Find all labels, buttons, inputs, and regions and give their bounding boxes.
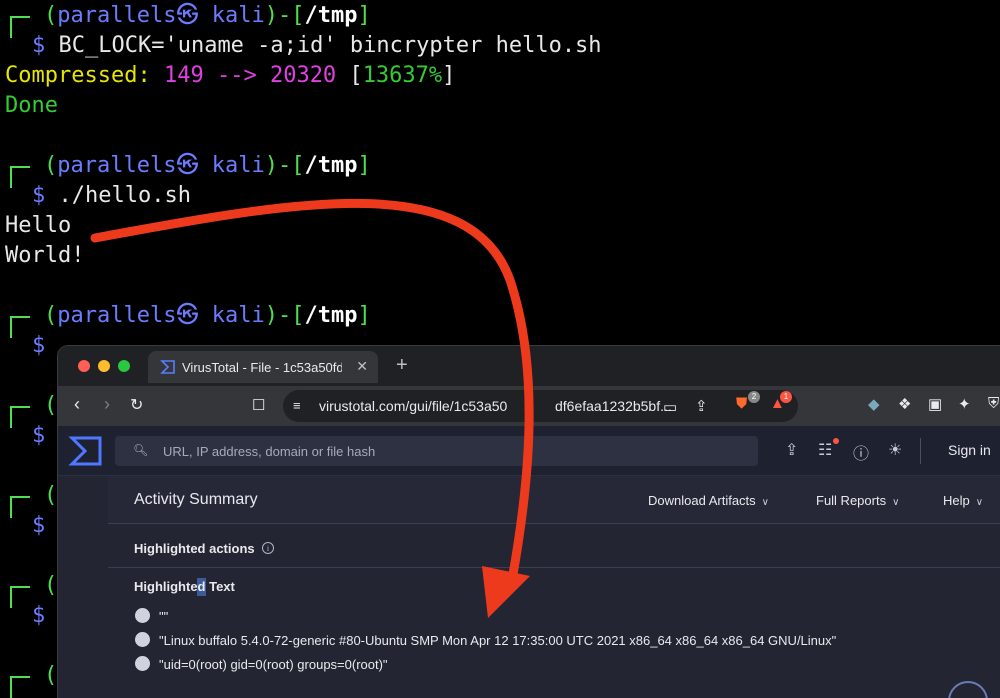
prompt-bracket (10, 406, 30, 428)
new-tab-button[interactable]: + (396, 354, 408, 377)
virustotal-page: 🔍︎ ⇪ ☷ ⓘ ☀ Sign in Activity Summary Down… (58, 426, 1000, 698)
vt-search-bar[interactable]: 🔍︎ (115, 436, 758, 466)
hidden-dollar: $ (32, 603, 46, 628)
command-line-2: $ ./hello.sh (32, 183, 191, 208)
hidden-prompt: ( (44, 663, 58, 688)
extension-icon[interactable]: ◆ (868, 395, 880, 413)
bookmark-icon[interactable]: ☐ (252, 396, 265, 414)
sandbox-icon (135, 632, 150, 647)
search-input[interactable] (163, 436, 743, 466)
highlighted-actions-section: Highlighted actions i (108, 532, 1000, 568)
vpn-icon[interactable]: ⛨ (988, 395, 999, 412)
brave-shield-icon[interactable]: ⛊ (736, 395, 747, 412)
done-line: Done (5, 93, 58, 118)
divider (920, 438, 921, 464)
compressed-line: Compressed: 149 --> 20320 [13637%] (5, 63, 456, 88)
tab-bar: VirusTotal - File - 1c53a50fdf ✕ + (58, 346, 1000, 386)
prompt-bracket (10, 316, 30, 338)
prompt-line-2: (parallels㉿ kali)-[/tmp] (44, 153, 371, 178)
virustotal-favicon-icon (160, 360, 175, 374)
hidden-prompt: ( (44, 483, 58, 508)
upload-icon[interactable]: ⇪ (785, 440, 798, 460)
minimize-window-button[interactable] (98, 360, 110, 372)
tab-close-button[interactable]: ✕ (356, 358, 368, 375)
sidebar-icon[interactable]: ▣ (928, 395, 942, 413)
site-settings-icon[interactable]: ≡ (293, 398, 301, 413)
theme-icon[interactable]: ☀ (888, 440, 902, 460)
zoom-window-button[interactable] (118, 360, 130, 372)
hidden-dollar: $ (32, 423, 46, 448)
command-line-3: $ (32, 333, 46, 358)
chevron-down-icon: ∨ (892, 497, 900, 508)
virustotal-logo-icon[interactable] (68, 434, 104, 468)
highlighted-text-title: Highlighted Text (134, 579, 235, 594)
page-title: Activity Summary (134, 491, 258, 508)
section-title: Highlighted actions (134, 541, 255, 556)
url-text: virustotal.com/gui/file/1c53a50 (319, 398, 508, 414)
download-artifacts-menu[interactable]: Download Artifacts ∨ (648, 493, 769, 508)
rewards-badge: 1 (780, 391, 792, 403)
output-line-2: World! (5, 243, 85, 268)
chat-icon[interactable]: ☷ (818, 440, 832, 460)
prompt-bracket (10, 676, 30, 698)
info-icon[interactable]: i (262, 542, 274, 554)
hidden-prompt: ( (44, 573, 58, 598)
help-menu[interactable]: Help ∨ (943, 493, 983, 508)
cast-icon[interactable]: ▭ (663, 398, 677, 416)
brave-badge: 2 (748, 391, 760, 403)
hidden-prompt: ( (44, 393, 58, 418)
help-icon[interactable]: ⓘ (853, 440, 869, 464)
vt-header: 🔍︎ ⇪ ☷ ⓘ ☀ Sign in (58, 426, 1000, 476)
url-text-rest: df6efaa1232b5bf... (555, 398, 672, 414)
sandbox-icon (135, 656, 150, 671)
address-bar[interactable]: ≡ virustotal.com/gui/file/1c53a50 df6efa… (283, 390, 798, 422)
puzzle-icon[interactable]: ❖ (898, 395, 911, 413)
share-icon[interactable]: ⇪ (695, 397, 708, 415)
activity-summary-bar: Activity Summary Download Artifacts ∨ Ful… (108, 476, 1000, 524)
command-line-1: $ BC_LOCK='uname -a;id' bincrypter hello… (32, 33, 602, 58)
reload-icon[interactable]: ↻ (130, 395, 143, 415)
chevron-down-icon: ∨ (761, 497, 769, 508)
chevron-down-icon: ∨ (975, 497, 984, 508)
hidden-dollar: $ (32, 513, 46, 538)
back-icon[interactable]: ‹ (74, 394, 80, 415)
prompt-bracket (10, 586, 30, 608)
notification-dot (833, 438, 839, 444)
browser-toolbar: ‹ › ↻ ☐ ≡ virustotal.com/gui/file/1c53a5… (58, 386, 1000, 426)
full-reports-menu[interactable]: Full Reports ∨ (816, 493, 899, 508)
forward-icon[interactable]: › (104, 394, 110, 415)
tab-virustotal[interactable]: VirusTotal - File - 1c53a50fdf ✕ (148, 351, 378, 383)
sign-in-link[interactable]: Sign in (948, 442, 991, 458)
browser-window[interactable]: VirusTotal - File - 1c53a50fdf ✕ + ‹ › ↻… (58, 346, 1000, 698)
prompt-line-1: (parallels㉿ kali)-[/tmp] (44, 3, 371, 28)
prompt-bracket (10, 496, 30, 518)
floating-action-button[interactable] (948, 681, 988, 698)
tab-title: VirusTotal - File - 1c53a50fdf (182, 360, 342, 375)
prompt-bracket (10, 166, 30, 188)
prompt-line-3: (parallels㉿ kali)-[/tmp] (44, 303, 371, 328)
prompt-bracket (10, 16, 30, 38)
leo-icon[interactable]: ✦ (958, 395, 971, 413)
search-icon: 🔍︎ (133, 443, 149, 457)
output-line-1: Hello (5, 213, 72, 238)
close-window-button[interactable] (78, 360, 90, 372)
sandbox-icon (135, 608, 150, 623)
